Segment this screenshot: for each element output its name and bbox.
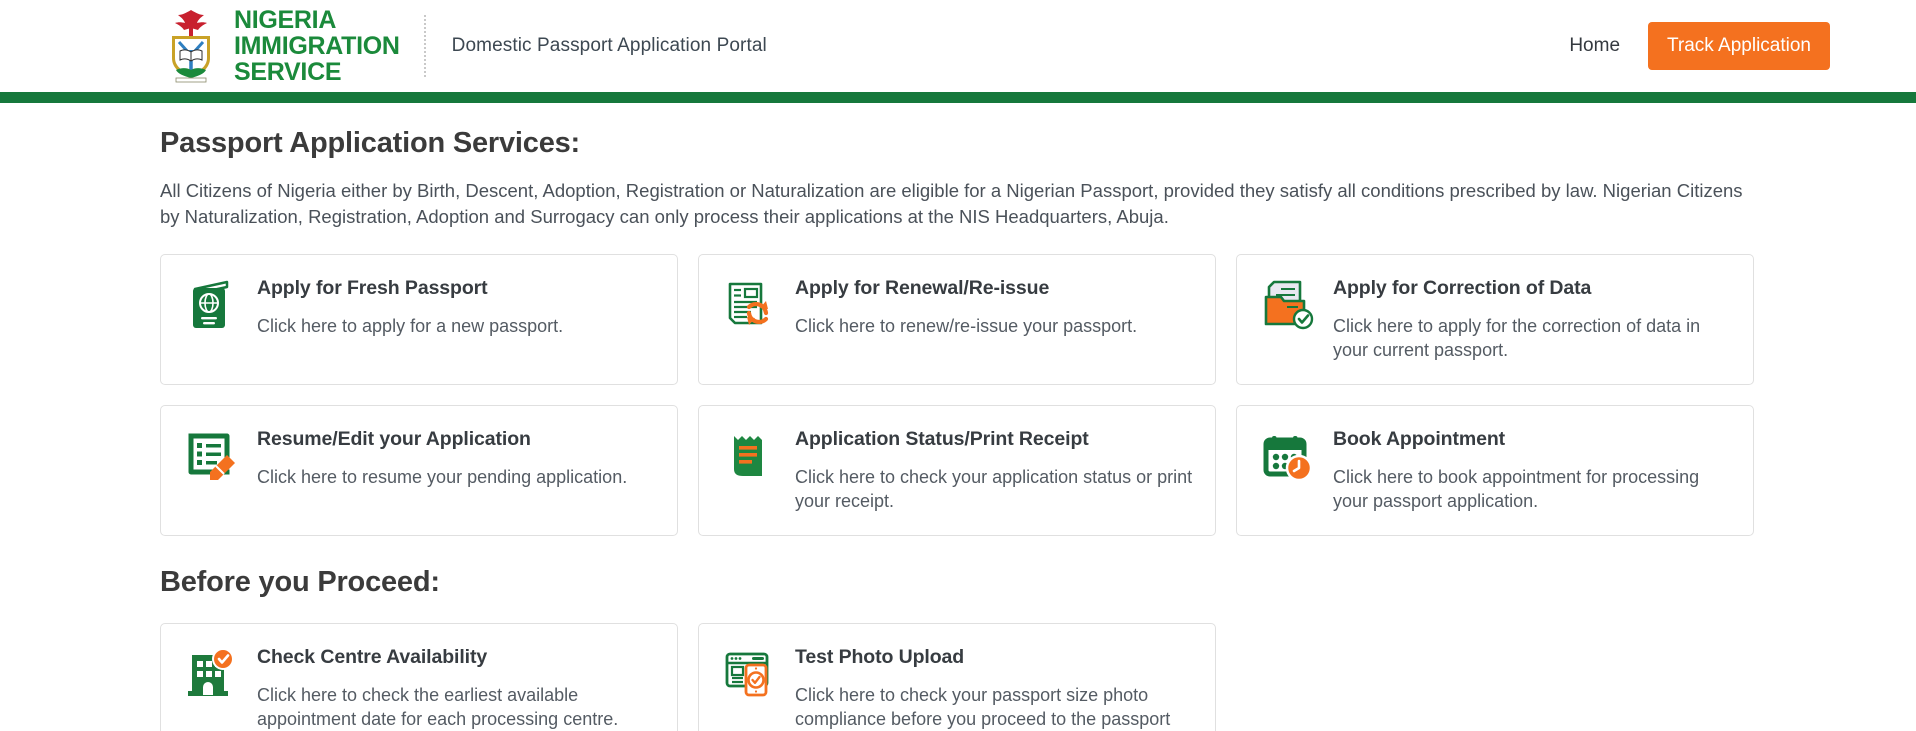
calendar-clock-icon xyxy=(1263,436,1313,482)
card-description: Click here to check your application sta… xyxy=(795,467,1193,511)
folder-check-icon xyxy=(1264,280,1314,330)
card-title: Test Photo Upload xyxy=(795,646,965,668)
service-card-renewal-reissue[interactable]: Apply for Renewal/Re-issue Click here to… xyxy=(698,254,1216,385)
proceed-card-check-centre-availability[interactable]: Check Centre Availability Click here to … xyxy=(160,623,678,731)
main-content: Passport Application Services: All Citiz… xyxy=(0,127,1916,731)
services-heading: Passport Application Services: xyxy=(160,127,581,159)
card-body: Application Status/Print Receipt Click h… xyxy=(795,426,1193,513)
card-body: Apply for Fresh Passport Click here to a… xyxy=(257,275,563,362)
brand-logo[interactable]: NIGERIA IMMIGRATION SERVICE xyxy=(160,0,400,92)
brand-line-3: SERVICE xyxy=(234,58,342,86)
card-description: Click here to apply for a new passport. xyxy=(257,316,564,336)
card-description: Click here to book appointment for proce… xyxy=(1333,467,1700,511)
card-body: Book Appointment Click here to book appo… xyxy=(1333,426,1731,513)
card-title: Resume/Edit your Application xyxy=(257,428,531,450)
card-title: Application Status/Print Receipt xyxy=(795,428,1089,450)
proceed-card-test-photo-upload[interactable]: Test Photo Upload Click here to check yo… xyxy=(698,623,1216,731)
proceed-card-grid: Check Centre Availability Click here to … xyxy=(160,623,1756,731)
before-you-proceed-heading: Before you Proceed: xyxy=(160,566,440,598)
card-title: Apply for Fresh Passport xyxy=(257,277,488,299)
site-header: NIGERIA IMMIGRATION SERVICE Domestic Pas… xyxy=(0,0,1916,92)
service-card-application-status-receipt[interactable]: Application Status/Print Receipt Click h… xyxy=(698,405,1216,536)
card-body: Resume/Edit your Application Click here … xyxy=(257,426,627,513)
portal-title: Domestic Passport Application Portal xyxy=(451,35,767,56)
brand-green-bar xyxy=(0,92,1916,103)
brand-line-2: IMMIGRATION xyxy=(234,32,400,60)
nigeria-coat-of-arms-icon xyxy=(172,10,210,83)
card-title: Apply for Correction of Data xyxy=(1333,277,1592,299)
header-divider xyxy=(423,15,426,77)
building-check-icon xyxy=(188,648,234,696)
card-description: Click here to renew/re-issue your passpo… xyxy=(795,316,1138,336)
card-description: Click here to apply for the correction o… xyxy=(1333,316,1701,360)
service-card-fresh-passport[interactable]: Apply for Fresh Passport Click here to a… xyxy=(160,254,678,385)
service-card-book-appointment[interactable]: Book Appointment Click here to book appo… xyxy=(1236,405,1754,536)
card-body: Apply for Renewal/Re-issue Click here to… xyxy=(795,275,1137,362)
header-nav: Home Track Application xyxy=(1563,22,1830,70)
receipt-icon xyxy=(734,436,762,476)
card-title: Check Centre Availability xyxy=(257,646,488,668)
card-body: Test Photo Upload Click here to check yo… xyxy=(795,644,1193,731)
form-pencil-icon xyxy=(188,433,235,480)
card-description: Click here to resume your pending applic… xyxy=(257,467,628,487)
service-card-grid: Apply for Fresh Passport Click here to a… xyxy=(160,254,1756,536)
service-card-resume-edit-application[interactable]: Resume/Edit your Application Click here … xyxy=(160,405,678,536)
service-card-correction-of-data[interactable]: Apply for Correction of Data Click here … xyxy=(1236,254,1754,385)
card-title: Book Appointment xyxy=(1333,428,1506,450)
brand-line-1: NIGERIA xyxy=(234,6,337,34)
nav-link-home[interactable]: Home xyxy=(1563,31,1626,61)
passport-book-globe-icon xyxy=(193,280,229,328)
document-refresh-icon xyxy=(728,282,769,325)
browser-phone-check-icon xyxy=(725,652,769,697)
card-body: Check Centre Availability Click here to … xyxy=(257,644,655,731)
card-description: Click here to check the earliest availab… xyxy=(257,685,619,729)
intro-paragraph: All Citizens of Nigeria either by Birth,… xyxy=(160,180,1743,227)
card-body: Apply for Correction of Data Click here … xyxy=(1333,275,1731,362)
card-title: Apply for Renewal/Re-issue xyxy=(795,277,1050,299)
card-description: Click here to check your passport size p… xyxy=(795,685,1171,729)
track-application-button[interactable]: Track Application xyxy=(1648,22,1830,70)
brand-wordmark: NIGERIA IMMIGRATION SERVICE xyxy=(234,7,400,85)
